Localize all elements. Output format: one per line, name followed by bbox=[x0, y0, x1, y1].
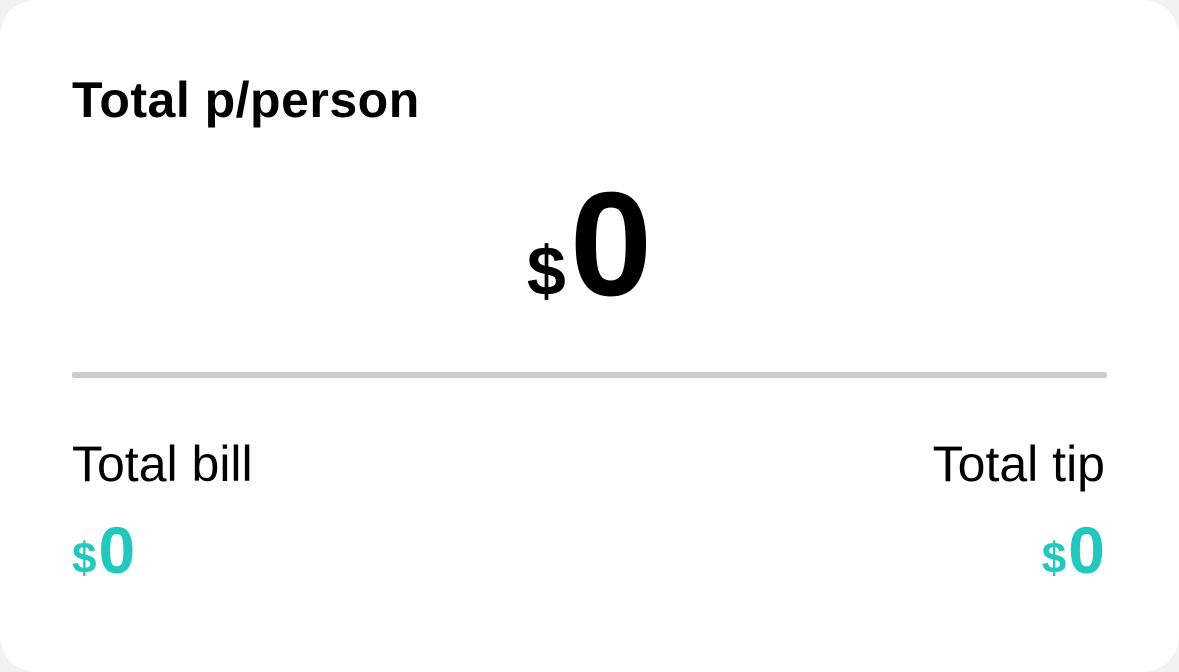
total-tip-label: Total tip bbox=[932, 436, 1105, 492]
total-tip-value: $0 bbox=[1042, 512, 1105, 607]
total-bill-amount: 0 bbox=[98, 513, 136, 587]
total-bill-value: $0 bbox=[72, 512, 135, 607]
results-card: Total p/person $0 Total bill $0 Total ti… bbox=[0, 0, 1179, 672]
total-per-person-value: $0 bbox=[0, 170, 1179, 320]
total-bill-label: Total bill bbox=[72, 436, 253, 492]
total-bill-currency-symbol: $ bbox=[72, 534, 97, 583]
per-person-amount: 0 bbox=[569, 162, 653, 327]
divider bbox=[72, 372, 1107, 378]
per-person-currency-symbol: $ bbox=[526, 232, 566, 310]
total-tip-amount: 0 bbox=[1068, 513, 1105, 587]
total-tip-currency-symbol: $ bbox=[1041, 534, 1067, 583]
total-per-person-label: Total p/person bbox=[72, 72, 420, 128]
